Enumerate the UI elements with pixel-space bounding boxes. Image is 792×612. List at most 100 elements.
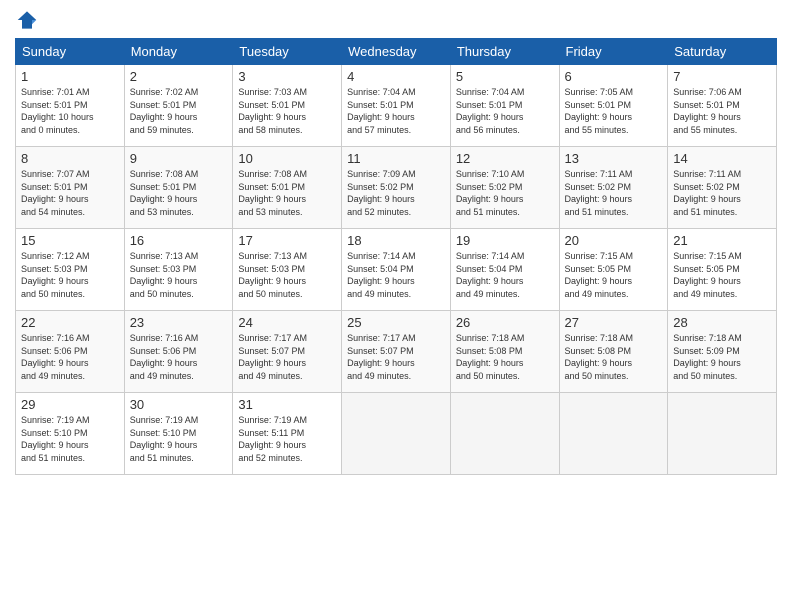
page-container: SundayMondayTuesdayWednesdayThursdayFrid… [0, 0, 792, 612]
day-number: 17 [238, 233, 336, 248]
page-header [15, 10, 777, 30]
day-info: Sunrise: 7:17 AM Sunset: 5:07 PM Dayligh… [238, 332, 336, 382]
day-number: 20 [565, 233, 663, 248]
calendar-week-row: 15 Sunrise: 7:12 AM Sunset: 5:03 PM Dayli… [16, 229, 777, 311]
calendar-cell [342, 393, 451, 475]
day-info: Sunrise: 7:18 AM Sunset: 5:08 PM Dayligh… [565, 332, 663, 382]
calendar-cell: 13 Sunrise: 7:11 AM Sunset: 5:02 PM Dayli… [559, 147, 668, 229]
day-info: Sunrise: 7:17 AM Sunset: 5:07 PM Dayligh… [347, 332, 445, 382]
calendar-cell: 30Sunrise: 7:19 AM Sunset: 5:10 PM Dayli… [124, 393, 233, 475]
day-number: 18 [347, 233, 445, 248]
calendar-week-row: 1 Sunrise: 7:01 AM Sunset: 5:01 PM Daylig… [16, 65, 777, 147]
day-info: Sunrise: 7:11 AM Sunset: 5:02 PM Dayligh… [673, 168, 771, 218]
calendar-cell: 19 Sunrise: 7:14 AM Sunset: 5:04 PM Dayli… [450, 229, 559, 311]
calendar-cell [559, 393, 668, 475]
day-info: Sunrise: 7:06 AM Sunset: 5:01 PM Dayligh… [673, 86, 771, 136]
day-number: 6 [565, 69, 663, 84]
calendar-cell: 17Sunrise: 7:13 AM Sunset: 5:03 PM Dayli… [233, 229, 342, 311]
calendar-cell [668, 393, 777, 475]
day-number: 1 [21, 69, 119, 84]
calendar-cell: 16Sunrise: 7:13 AM Sunset: 5:03 PM Dayli… [124, 229, 233, 311]
calendar-cell: 26 Sunrise: 7:18 AM Sunset: 5:08 PM Dayli… [450, 311, 559, 393]
day-info: Sunrise: 7:08 AM Sunset: 5:01 PM Dayligh… [238, 168, 336, 218]
calendar-cell: 10 Sunrise: 7:08 AM Sunset: 5:01 PM Dayli… [233, 147, 342, 229]
weekday-header-sunday: Sunday [16, 39, 125, 65]
calendar-table: SundayMondayTuesdayWednesdayThursdayFrid… [15, 38, 777, 475]
calendar-cell: 28 Sunrise: 7:18 AM Sunset: 5:09 PM Dayli… [668, 311, 777, 393]
day-number: 8 [21, 151, 119, 166]
calendar-week-row: 22 Sunrise: 7:16 AM Sunset: 5:06 PM Dayli… [16, 311, 777, 393]
day-number: 22 [21, 315, 119, 330]
day-info: Sunrise: 7:05 AM Sunset: 5:01 PM Dayligh… [565, 86, 663, 136]
day-info: Sunrise: 7:04 AM Sunset: 5:01 PM Dayligh… [456, 86, 554, 136]
weekday-header-tuesday: Tuesday [233, 39, 342, 65]
calendar-cell: 22 Sunrise: 7:16 AM Sunset: 5:06 PM Dayli… [16, 311, 125, 393]
calendar-cell: 3 Sunrise: 7:03 AM Sunset: 5:01 PM Daylig… [233, 65, 342, 147]
day-number: 11 [347, 151, 445, 166]
calendar-cell: 23 Sunrise: 7:16 AM Sunset: 5:06 PM Dayli… [124, 311, 233, 393]
day-number: 29 [21, 397, 119, 412]
day-info: Sunrise: 7:01 AM Sunset: 5:01 PM Dayligh… [21, 86, 119, 136]
calendar-cell: 6 Sunrise: 7:05 AM Sunset: 5:01 PM Daylig… [559, 65, 668, 147]
weekday-header-wednesday: Wednesday [342, 39, 451, 65]
day-info: Sunrise: 7:15 AM Sunset: 5:05 PM Dayligh… [565, 250, 663, 300]
day-number: 23 [130, 315, 228, 330]
day-number: 4 [347, 69, 445, 84]
calendar-cell: 24Sunrise: 7:17 AM Sunset: 5:07 PM Dayli… [233, 311, 342, 393]
day-info: Sunrise: 7:10 AM Sunset: 5:02 PM Dayligh… [456, 168, 554, 218]
day-number: 13 [565, 151, 663, 166]
day-info: Sunrise: 7:08 AM Sunset: 5:01 PM Dayligh… [130, 168, 228, 218]
day-info: Sunrise: 7:02 AM Sunset: 5:01 PM Dayligh… [130, 86, 228, 136]
calendar-cell: 12 Sunrise: 7:10 AM Sunset: 5:02 PM Dayli… [450, 147, 559, 229]
day-number: 5 [456, 69, 554, 84]
day-number: 28 [673, 315, 771, 330]
calendar-cell: 2 Sunrise: 7:02 AM Sunset: 5:01 PM Daylig… [124, 65, 233, 147]
day-info: Sunrise: 7:11 AM Sunset: 5:02 PM Dayligh… [565, 168, 663, 218]
day-number: 12 [456, 151, 554, 166]
calendar-cell: 1 Sunrise: 7:01 AM Sunset: 5:01 PM Daylig… [16, 65, 125, 147]
day-info: Sunrise: 7:07 AM Sunset: 5:01 PM Dayligh… [21, 168, 119, 218]
day-info: Sunrise: 7:14 AM Sunset: 5:04 PM Dayligh… [456, 250, 554, 300]
day-info: Sunrise: 7:18 AM Sunset: 5:08 PM Dayligh… [456, 332, 554, 382]
logo-icon [15, 10, 39, 30]
day-info: Sunrise: 7:19 AM Sunset: 5:10 PM Dayligh… [130, 414, 228, 464]
day-number: 27 [565, 315, 663, 330]
day-info: Sunrise: 7:14 AM Sunset: 5:04 PM Dayligh… [347, 250, 445, 300]
weekday-header-friday: Friday [559, 39, 668, 65]
calendar-cell [450, 393, 559, 475]
calendar-cell: 20 Sunrise: 7:15 AM Sunset: 5:05 PM Dayli… [559, 229, 668, 311]
day-number: 15 [21, 233, 119, 248]
calendar-week-row: 29 Sunrise: 7:19 AM Sunset: 5:10 PM Dayli… [16, 393, 777, 475]
calendar-body: 1 Sunrise: 7:01 AM Sunset: 5:01 PM Daylig… [16, 65, 777, 475]
weekday-header-row: SundayMondayTuesdayWednesdayThursdayFrid… [16, 39, 777, 65]
day-number: 10 [238, 151, 336, 166]
day-number: 26 [456, 315, 554, 330]
logo [15, 10, 43, 30]
day-number: 21 [673, 233, 771, 248]
day-info: Sunrise: 7:09 AM Sunset: 5:02 PM Dayligh… [347, 168, 445, 218]
calendar-cell: 8 Sunrise: 7:07 AM Sunset: 5:01 PM Daylig… [16, 147, 125, 229]
day-info: Sunrise: 7:19 AM Sunset: 5:11 PM Dayligh… [238, 414, 336, 464]
day-number: 16 [130, 233, 228, 248]
day-number: 7 [673, 69, 771, 84]
day-number: 31 [238, 397, 336, 412]
day-number: 3 [238, 69, 336, 84]
day-info: Sunrise: 7:16 AM Sunset: 5:06 PM Dayligh… [21, 332, 119, 382]
day-info: Sunrise: 7:04 AM Sunset: 5:01 PM Dayligh… [347, 86, 445, 136]
calendar-cell: 14Sunrise: 7:11 AM Sunset: 5:02 PM Dayli… [668, 147, 777, 229]
calendar-cell: 21Sunrise: 7:15 AM Sunset: 5:05 PM Dayli… [668, 229, 777, 311]
calendar-cell: 29 Sunrise: 7:19 AM Sunset: 5:10 PM Dayli… [16, 393, 125, 475]
weekday-header-saturday: Saturday [668, 39, 777, 65]
day-number: 19 [456, 233, 554, 248]
day-info: Sunrise: 7:16 AM Sunset: 5:06 PM Dayligh… [130, 332, 228, 382]
day-number: 9 [130, 151, 228, 166]
day-number: 25 [347, 315, 445, 330]
calendar-cell: 4 Sunrise: 7:04 AM Sunset: 5:01 PM Daylig… [342, 65, 451, 147]
day-info: Sunrise: 7:18 AM Sunset: 5:09 PM Dayligh… [673, 332, 771, 382]
day-info: Sunrise: 7:03 AM Sunset: 5:01 PM Dayligh… [238, 86, 336, 136]
day-number: 2 [130, 69, 228, 84]
calendar-cell: 9 Sunrise: 7:08 AM Sunset: 5:01 PM Daylig… [124, 147, 233, 229]
day-info: Sunrise: 7:12 AM Sunset: 5:03 PM Dayligh… [21, 250, 119, 300]
calendar-cell: 27 Sunrise: 7:18 AM Sunset: 5:08 PM Dayli… [559, 311, 668, 393]
day-info: Sunrise: 7:19 AM Sunset: 5:10 PM Dayligh… [21, 414, 119, 464]
